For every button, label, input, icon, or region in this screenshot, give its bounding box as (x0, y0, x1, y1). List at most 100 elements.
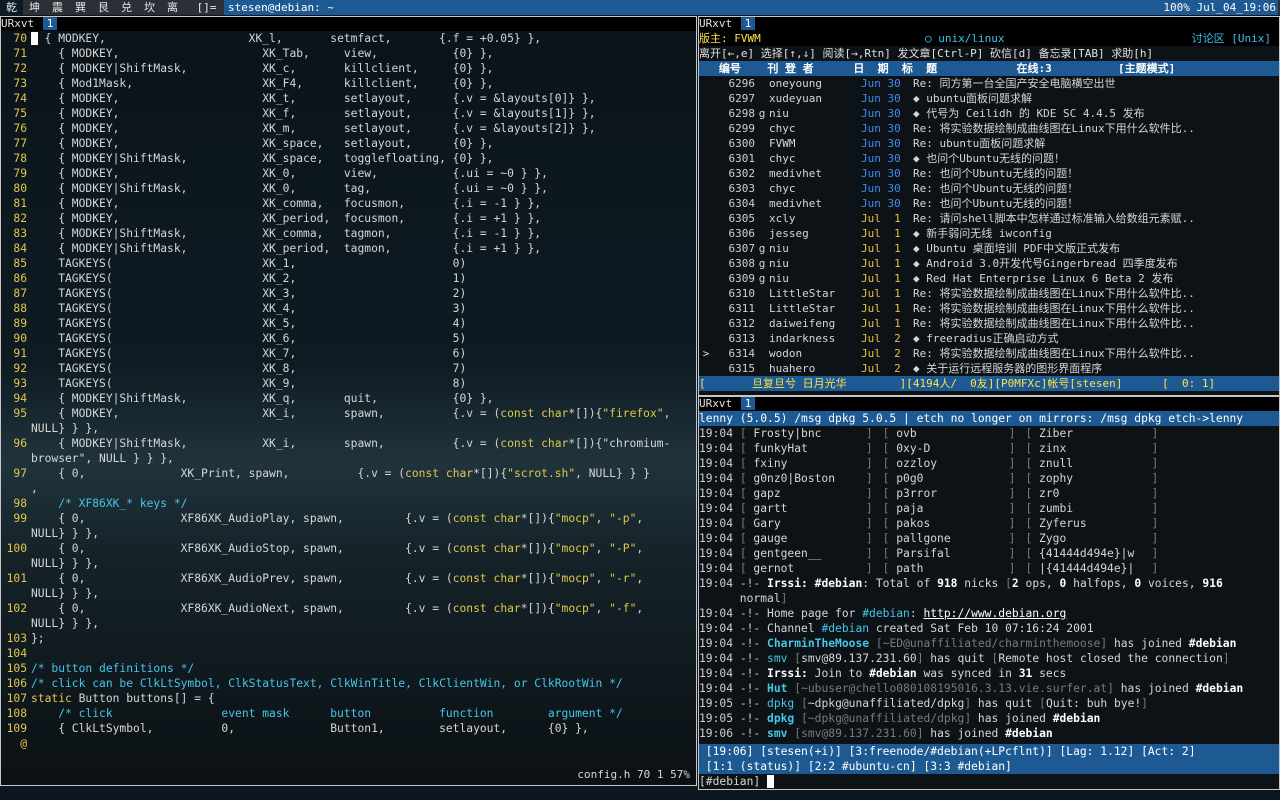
code-line: NULL} } }, (1, 421, 696, 436)
nick[interactable]: ozzloy (896, 457, 937, 470)
nick[interactable]: Parsifal (896, 547, 950, 560)
post-row[interactable]: 6298 g niu Jun 30 ◆ 代号为 Ceilidh 的 KDE SC 4.4… (699, 106, 1279, 121)
layout-symbol[interactable]: []= (191, 0, 223, 15)
timestamp: 19:04 (699, 562, 740, 575)
post-row[interactable]: 6308 g niu Jul 1 ◆ Android 3.0开发代号Gingerbrea… (699, 256, 1279, 271)
nick[interactable]: 0xy-D (896, 442, 930, 455)
post-row[interactable]: >6314 wodon Jul 2 Re: 将实验数据绘制成曲线图在Linux下用什… (699, 346, 1279, 361)
post-number: 6310 (728, 287, 756, 300)
nick[interactable]: p0g0 (896, 472, 923, 485)
tag-4[interactable]: 巽 (69, 0, 92, 15)
post-row[interactable]: 6303 chyc Jun 30 Re: 也问个Ubuntu无线的问题！ (699, 181, 1279, 196)
nick[interactable]: paja (896, 502, 923, 515)
post-row[interactable]: 6311 LittleStar Jul 1 Re: 将实验数据绘制成曲线图在Linu… (699, 301, 1279, 316)
irc-input-line[interactable]: [#debian] (699, 774, 1279, 789)
post-row[interactable]: 6302 medivhet Jun 30 Re: 也问个Ubuntu无线的问题！ (699, 166, 1279, 181)
post-row[interactable]: 6315 huahero Jul 2 ◆ 关于运行远程服务器的图形界面程序 (699, 361, 1279, 376)
nick[interactable]: gernot (753, 562, 794, 575)
terminal-tab[interactable]: 1 (740, 397, 756, 410)
nick[interactable]: Zyferus (1039, 517, 1087, 530)
nick[interactable]: Ziber (1039, 427, 1073, 440)
tag-3[interactable]: 震 (46, 0, 69, 15)
line-number: 105 (6, 662, 27, 675)
nick-cell: [ zumbi (1025, 501, 1161, 516)
post-date: Jun 30 (861, 137, 901, 150)
nick[interactable]: {41444d494e}|w (1039, 547, 1134, 560)
post-row[interactable]: 6304 medivhet Jun 30 Re: 也问个Ubuntu无线的问题！ (699, 196, 1279, 211)
post-row[interactable]: 6301 chyc Jun 30 ◆ 也问个Ubuntu无线的问题！ (699, 151, 1279, 166)
post-date: Jul 1 (861, 257, 901, 270)
code-text: /* click event mask button function argu… (31, 707, 623, 720)
post-row[interactable]: 6306 jesseg Jul 1 ◆ 新手弱问无线 iwconfig (699, 226, 1279, 241)
timestamp: 19:04 (699, 517, 740, 530)
bbs-terminal-window[interactable]: URxvt 1 版主: FVWM ○ unix/linux 讨论区 [Unix]… (698, 16, 1280, 396)
code-view[interactable]: 70 { MODKEY, XK_l, setmfact, {.f = +0.05… (1, 31, 696, 751)
post-row[interactable]: 6299 chyc Jun 30 Re: 将实验数据绘制成曲线图在Linux下用什么… (699, 121, 1279, 136)
nick[interactable]: zinx (1039, 442, 1066, 455)
post-number: 6313 (728, 332, 756, 345)
terminal-tab[interactable]: 1 (42, 17, 58, 30)
line-number: 80 (13, 182, 27, 195)
nick[interactable]: g0nz0|Boston (753, 472, 835, 485)
tag-2[interactable]: 坤 (23, 0, 46, 15)
nick[interactable]: zophy (1039, 472, 1073, 485)
nick[interactable]: znull (1039, 457, 1073, 470)
post-row[interactable]: 6305 xcly Jul 1 Re: 请问shell脚本中怎样通过标准输入给数组元… (699, 211, 1279, 226)
selection-marker (699, 316, 713, 331)
message-text: has quit (971, 697, 1040, 710)
post-row[interactable]: 6313 indarkness Jul 2 ◆ freeradius正确启动方式 (699, 331, 1279, 346)
post-row[interactable]: 6296 oneyoung Jun 30 Re: 同方第一台全国产安全电脑横空出世 (699, 76, 1279, 91)
nick[interactable]: path (896, 562, 923, 575)
nick[interactable]: Frosty|bnc (753, 427, 821, 440)
post-row[interactable]: 6309 g niu Jul 1 ◆ Red Hat Enterprise Linux … (699, 271, 1279, 286)
nick[interactable]: Zygo (1039, 532, 1066, 545)
irssi-window-list[interactable]: [1:1 (status)] [2:2 #ubuntu-cn] [3:3 #de… (699, 759, 1279, 774)
code-line: 72 { MODKEY|ShiftMask, XK_c, killclient,… (1, 61, 696, 76)
board-area: 讨论区 [Unix] (1191, 32, 1271, 45)
line-number: 101 (6, 572, 27, 585)
bracket: ] (1151, 547, 1159, 560)
tag-5[interactable]: 艮 (92, 0, 115, 15)
selection-marker (699, 211, 713, 226)
post-row[interactable]: 6307 g niu Jul 1 ◆ Ubuntu 桌面培训 PDF中文版正式发布 (699, 241, 1279, 256)
nick[interactable]: gauge (753, 532, 787, 545)
message-text: Home page for (767, 607, 863, 620)
bracket: [ (739, 457, 754, 470)
nick[interactable]: |{41444d494e}| (1039, 562, 1134, 575)
irc-terminal-window[interactable]: URxvt 1 lenny (5.0.5) /msg dpkg 5.0.5 | … (698, 396, 1280, 790)
bracket: [ (1025, 517, 1040, 530)
editor-terminal-window[interactable]: URxvt 1 70 { MODKEY, XK_l, setmfact, {.f… (0, 16, 697, 786)
nick[interactable]: fxiny (753, 457, 787, 470)
line-number: 99 (13, 512, 27, 525)
post-date: Jun 30 (861, 107, 901, 120)
nick[interactable]: funkyHat (753, 442, 807, 455)
tag-8[interactable]: 离 (161, 0, 184, 15)
terminal-tab[interactable]: 1 (740, 17, 756, 30)
message-text: has joined (1107, 637, 1189, 650)
url-link[interactable]: http://www.debian.org (923, 607, 1066, 620)
tag-6[interactable]: 兑 (115, 0, 138, 15)
nick[interactable]: pakos (896, 517, 930, 530)
bracket: ] (865, 547, 873, 560)
nick[interactable]: zr0 (1039, 487, 1059, 500)
nick[interactable]: pallgone (896, 532, 950, 545)
bracket: [ (882, 442, 897, 455)
selection-marker (699, 181, 713, 196)
bracket: ] (1151, 532, 1159, 545)
nick[interactable]: p3rror (896, 487, 937, 500)
nick[interactable]: gapz (753, 487, 780, 500)
nick[interactable]: ovb (896, 427, 916, 440)
nick[interactable]: gentgeen__ (753, 547, 821, 560)
post-row[interactable]: 6312 daiweifeng Jul 1 Re: 将实验数据绘制成曲线图在Linu… (699, 316, 1279, 331)
nick[interactable]: Gary (753, 517, 780, 530)
post-row[interactable]: 6297 xudeyuan Jun 30 ◆ ubuntu面板问题求解 (699, 91, 1279, 106)
nick[interactable]: gartt (753, 502, 787, 515)
tag-7[interactable]: 坎 (138, 0, 161, 15)
message-text (869, 637, 876, 650)
names-row: 19:04 [ funkyHat][ 0xy-D][ zinx] (699, 441, 1279, 456)
post-row[interactable]: 6300 FVWM Jun 30 Re: ubuntu面板问题求解 (699, 136, 1279, 151)
nick[interactable]: zumbi (1039, 502, 1073, 515)
code-line: 92 TAGKEYS( XK_8, 7) (1, 361, 696, 376)
tag-1[interactable]: 乾 (0, 0, 23, 15)
post-row[interactable]: 6310 LittleStar Jul 1 Re: 将实验数据绘制成曲线图在Linu… (699, 286, 1279, 301)
